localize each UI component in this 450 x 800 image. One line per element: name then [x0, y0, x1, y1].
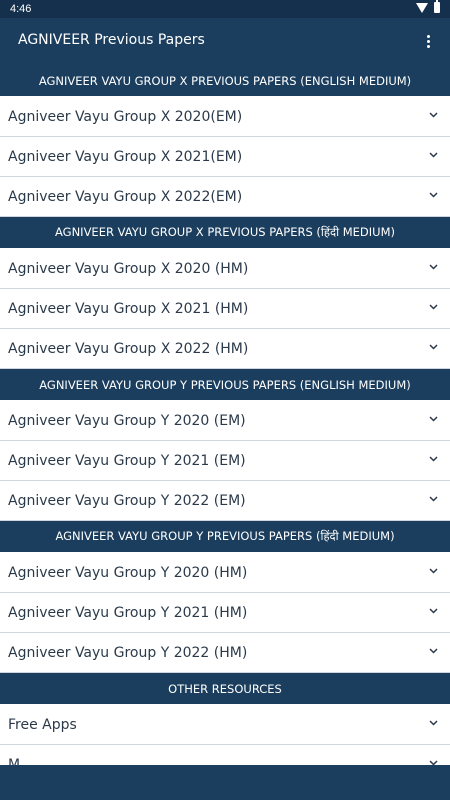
list-item[interactable]: Agniveer Vayu Group X 2021 (HM): [0, 289, 450, 329]
chevron-down-icon: [429, 720, 438, 726]
section-header: AGNIVEER VAYU GROUP X PREVIOUS PAPERS (E…: [0, 65, 450, 97]
list-item[interactable]: Agniveer Vayu Group Y 2020 (EM): [0, 401, 450, 441]
chevron-down-icon: [429, 152, 438, 158]
list-item-label: Agniveer Vayu Group Y 2020 (HM): [8, 564, 248, 581]
list-item[interactable]: Agniveer Vayu Group X 2021(EM): [0, 137, 450, 177]
list-item-label: Agniveer Vayu Group Y 2021 (EM): [8, 452, 246, 469]
list-item[interactable]: M...: [0, 745, 450, 765]
more-vert-icon[interactable]: [418, 31, 438, 51]
list-item[interactable]: Agniveer Vayu Group Y 2020 (HM): [0, 553, 450, 593]
list-item[interactable]: Free Apps: [0, 705, 450, 745]
chevron-down-icon: [429, 192, 438, 198]
section-header: AGNIVEER VAYU GROUP Y PREVIOUS PAPERS (E…: [0, 369, 450, 401]
wifi-icon: [416, 2, 428, 13]
chevron-down-icon: [429, 648, 438, 654]
chevron-down-icon: [429, 568, 438, 574]
list-item-label: Agniveer Vayu Group Y 2020 (EM): [8, 412, 246, 429]
list-item[interactable]: Agniveer Vayu Group X 2022 (HM): [0, 329, 450, 369]
app-title: AGNIVEER Previous Papers: [18, 32, 205, 48]
list-item-label: M...: [8, 756, 34, 766]
list-item[interactable]: Agniveer Vayu Group X 2022(EM): [0, 177, 450, 217]
list-item[interactable]: Agniveer Vayu Group Y 2021 (EM): [0, 441, 450, 481]
list-item-label: Agniveer Vayu Group Y 2021 (HM): [8, 604, 248, 621]
list-item-label: Agniveer Vayu Group X 2021 (HM): [8, 300, 249, 317]
status-bar: 4:46: [0, 0, 450, 18]
list-item-label: Agniveer Vayu Group X 2022(EM): [8, 188, 243, 205]
list-item-label: Agniveer Vayu Group X 2022 (HM): [8, 340, 249, 357]
list-item-label: Free Apps: [8, 716, 77, 733]
chevron-down-icon: [429, 264, 438, 270]
list-item-label: Agniveer Vayu Group X 2021(EM): [8, 148, 243, 165]
battery-icon: [434, 0, 440, 13]
section-header: AGNIVEER VAYU GROUP Y PREVIOUS PAPERS (ह…: [0, 521, 450, 553]
chevron-down-icon: [429, 496, 438, 502]
list-item-label: Agniveer Vayu Group X 2020 (HM): [8, 260, 249, 277]
chevron-down-icon: [429, 416, 438, 422]
list-item[interactable]: Agniveer Vayu Group Y 2021 (HM): [0, 593, 450, 633]
status-icons: [416, 0, 440, 13]
chevron-down-icon: [429, 112, 438, 118]
navigation-bar: [0, 765, 450, 800]
list-item[interactable]: Agniveer Vayu Group Y 2022 (HM): [0, 633, 450, 673]
chevron-down-icon: [429, 304, 438, 310]
papers-list[interactable]: AGNIVEER VAYU GROUP X PREVIOUS PAPERS (E…: [0, 65, 450, 765]
list-item[interactable]: Agniveer Vayu Group Y 2022 (EM): [0, 481, 450, 521]
list-item-label: Agniveer Vayu Group Y 2022 (EM): [8, 492, 246, 509]
list-item-label: Agniveer Vayu Group X 2020(EM): [8, 108, 243, 125]
list-item[interactable]: Agniveer Vayu Group X 2020(EM): [0, 97, 450, 137]
section-header: AGNIVEER VAYU GROUP X PREVIOUS PAPERS (ह…: [0, 217, 450, 249]
chevron-down-icon: [429, 608, 438, 614]
list-item-label: Agniveer Vayu Group Y 2022 (HM): [8, 644, 248, 661]
section-header: OTHER RESOURCES: [0, 673, 450, 705]
app-bar: AGNIVEER Previous Papers: [0, 18, 450, 65]
chevron-down-icon: [429, 344, 438, 350]
status-time: 4:46: [10, 3, 32, 15]
list-item[interactable]: Agniveer Vayu Group X 2020 (HM): [0, 249, 450, 289]
chevron-down-icon: [429, 456, 438, 462]
